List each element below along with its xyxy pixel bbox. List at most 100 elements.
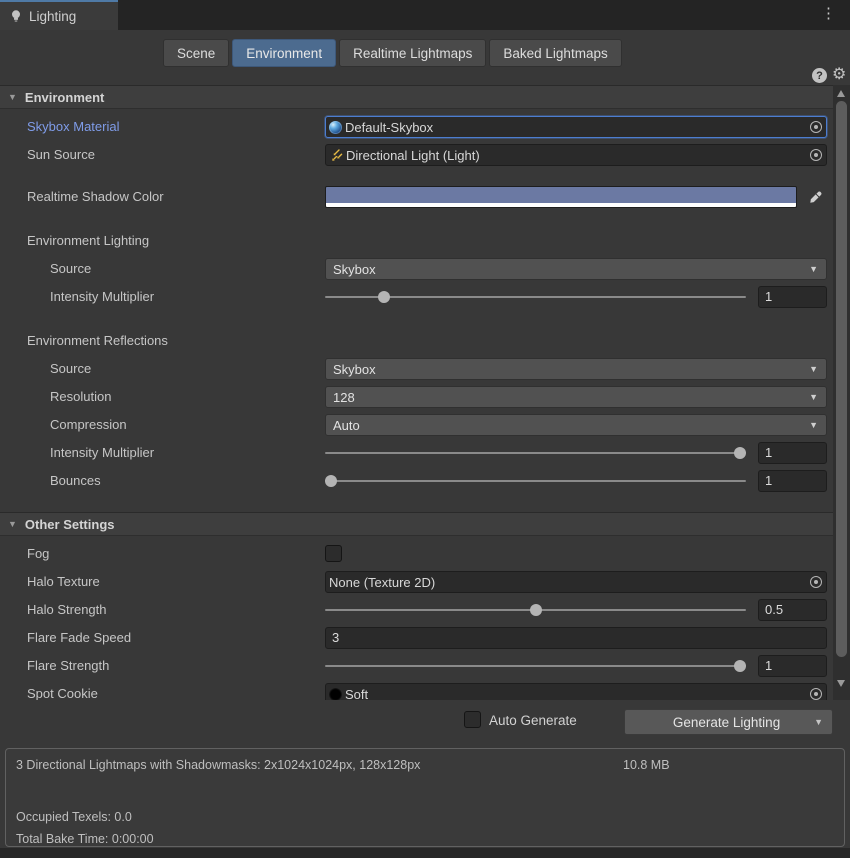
lightmaps-summary: 3 Directional Lightmaps with Shadowmasks…: [16, 758, 420, 772]
settings-scrollview: ▼ Environment Skybox Material Default-Sk…: [0, 85, 833, 700]
scrollbar-thumb[interactable]: [836, 101, 847, 657]
row-env-reflections-compression: Compression Auto ▼: [0, 414, 833, 436]
skybox-material-label: Skybox Material: [27, 119, 119, 134]
generate-lighting-button[interactable]: Generate Lighting ▼: [624, 709, 833, 735]
object-picker-icon[interactable]: [810, 688, 822, 700]
chevron-down-icon: ▼: [809, 392, 818, 402]
material-sphere-icon: [329, 121, 342, 134]
generate-controls: Auto Generate Generate Lighting ▼: [0, 700, 850, 746]
compression-label: Compression: [50, 417, 127, 432]
spot-cookie-field[interactable]: Soft: [325, 683, 827, 700]
row-realtime-shadow-color: Realtime Shadow Color: [0, 186, 833, 208]
slider-handle[interactable]: [530, 604, 542, 616]
flare-strength-input[interactable]: 1: [758, 655, 827, 677]
env-lighting-source-value: Skybox: [333, 262, 809, 277]
resolution-dropdown[interactable]: 128 ▼: [325, 386, 827, 408]
row-env-reflections-source: Source Skybox ▼: [0, 358, 833, 380]
env-lighting-intensity-slider[interactable]: [325, 286, 746, 308]
sun-source-field[interactable]: Directional Light (Light): [325, 144, 827, 166]
halo-strength-input[interactable]: 0.5: [758, 599, 827, 621]
slider-handle[interactable]: [378, 291, 390, 303]
env-reflections-source-dropdown[interactable]: Skybox ▼: [325, 358, 827, 380]
row-spot-cookie: Spot Cookie Soft: [0, 683, 833, 700]
fog-label: Fog: [27, 546, 49, 561]
foldout-triangle-icon[interactable]: ▼: [8, 519, 17, 529]
halo-strength-slider[interactable]: [325, 599, 746, 621]
section-title: Other Settings: [25, 517, 115, 532]
auto-generate-checkbox[interactable]: [464, 711, 481, 728]
tab-environment[interactable]: Environment: [232, 39, 336, 67]
flare-fade-speed-input[interactable]: 3: [325, 627, 827, 649]
foldout-triangle-icon[interactable]: ▼: [8, 92, 17, 102]
spot-cookie-texture-icon: [329, 688, 342, 701]
bake-status-panel: 3 Directional Lightmaps with Shadowmasks…: [5, 748, 845, 847]
row-environment-reflections-group: Environment Reflections: [0, 330, 833, 352]
object-picker-icon[interactable]: [810, 576, 822, 588]
row-skybox-material: Skybox Material Default-Skybox: [0, 116, 833, 138]
slider-handle[interactable]: [734, 447, 746, 459]
row-environment-lighting-group: Environment Lighting: [0, 230, 833, 252]
chevron-down-icon: ▼: [809, 364, 818, 374]
skybox-material-value: Default-Skybox: [345, 120, 807, 135]
realtime-shadow-color-label: Realtime Shadow Color: [27, 189, 164, 204]
fog-checkbox[interactable]: [325, 545, 342, 562]
scrollbar-down-arrow-icon[interactable]: [837, 680, 845, 687]
row-env-reflections-intensity: Intensity Multiplier 1: [0, 442, 833, 464]
tab-realtime-lightmaps[interactable]: Realtime Lightmaps: [339, 39, 486, 67]
chevron-down-icon: ▼: [809, 264, 818, 274]
flare-strength-slider[interactable]: [325, 655, 746, 677]
help-icon[interactable]: ?: [812, 68, 827, 83]
bounces-input[interactable]: 1: [758, 470, 827, 492]
env-reflections-intensity-input[interactable]: 1: [758, 442, 827, 464]
auto-generate-label: Auto Generate: [489, 713, 577, 728]
halo-texture-value: None (Texture 2D): [329, 575, 807, 590]
row-halo-texture: Halo Texture None (Texture 2D): [0, 571, 833, 593]
slider-handle[interactable]: [734, 660, 746, 672]
slider-track: [325, 452, 746, 454]
shadow-color-swatch[interactable]: [325, 186, 797, 208]
section-header-other-settings[interactable]: ▼ Other Settings: [0, 512, 833, 536]
window-menu-icon[interactable]: ⋮: [821, 4, 836, 22]
window-titlebar: Lighting ⋮: [0, 0, 850, 30]
color-swatch-main: [326, 187, 796, 203]
total-bake-time: Total Bake Time: 0:00:00: [16, 832, 154, 846]
lighting-window-tab[interactable]: Lighting: [0, 0, 118, 30]
row-sun-source: Sun Source: [0, 144, 833, 166]
lighting-toolbar: Scene Environment Realtime Lightmaps Bak…: [0, 30, 850, 85]
env-reflections-intensity-slider[interactable]: [325, 442, 746, 464]
sun-source-label: Sun Source: [27, 147, 95, 162]
generate-lighting-label: Generate Lighting: [625, 715, 814, 730]
lighting-window: Lighting ⋮ Scene Environment Realtime Li…: [0, 0, 850, 858]
env-lighting-source-label: Source: [50, 261, 91, 276]
spot-cookie-value: Soft: [345, 687, 807, 701]
env-reflections-source-value: Skybox: [333, 362, 809, 377]
color-swatch-alpha-bar: [326, 203, 796, 207]
env-lighting-source-dropdown[interactable]: Skybox ▼: [325, 258, 827, 280]
tab-scene[interactable]: Scene: [163, 39, 229, 67]
slider-handle[interactable]: [325, 475, 337, 487]
halo-texture-field[interactable]: None (Texture 2D): [325, 571, 827, 593]
scrollbar-up-arrow-icon[interactable]: [837, 90, 845, 97]
gear-icon[interactable]: ⚙: [832, 64, 846, 84]
env-lighting-intensity-input[interactable]: 1: [758, 286, 827, 308]
resolution-label: Resolution: [50, 389, 111, 404]
section-header-environment[interactable]: ▼ Environment: [0, 85, 833, 109]
eyedropper-button[interactable]: [805, 189, 825, 205]
eyedropper-icon: [809, 191, 822, 204]
row-env-reflections-bounces: Bounces 1: [0, 470, 833, 492]
skybox-material-field[interactable]: Default-Skybox: [325, 116, 827, 138]
env-reflections-source-label: Source: [50, 361, 91, 376]
env-reflections-intensity-label: Intensity Multiplier: [50, 445, 154, 460]
row-env-lighting-intensity: Intensity Multiplier 1: [0, 286, 833, 308]
object-picker-icon[interactable]: [810, 149, 822, 161]
tab-baked-lightmaps[interactable]: Baked Lightmaps: [489, 39, 621, 67]
section-title: Environment: [25, 90, 104, 105]
bounces-slider[interactable]: [325, 470, 746, 492]
compression-dropdown[interactable]: Auto ▼: [325, 414, 827, 436]
lightmaps-memory-size: 10.8 MB: [623, 758, 670, 772]
row-halo-strength: Halo Strength 0.5: [0, 599, 833, 621]
vertical-scrollbar[interactable]: [833, 85, 850, 700]
object-picker-icon[interactable]: [810, 121, 822, 133]
occupied-texels: Occupied Texels: 0.0: [16, 810, 132, 824]
lightbulb-icon: [9, 9, 23, 23]
